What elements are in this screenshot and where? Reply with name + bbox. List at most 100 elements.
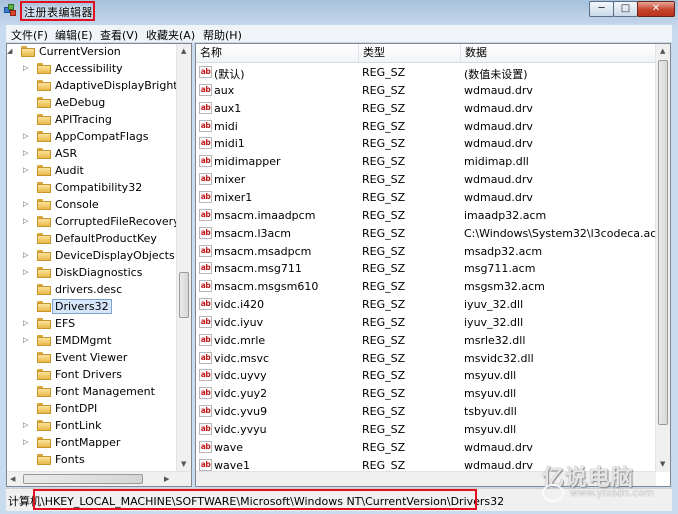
close-button[interactable]: ✕ — [637, 1, 675, 17]
menu-help[interactable]: 帮助(H) — [203, 27, 242, 43]
column-header-data[interactable]: 数据 — [461, 44, 656, 62]
list-horizontal-scrollbar[interactable] — [196, 471, 656, 486]
value-row[interactable]: ab vidc.yvu9 REG_SZ tsbyuv.dll — [196, 403, 656, 421]
value-row[interactable]: ab msacm.imaadpcm REG_SZ imaadp32.acm — [196, 207, 656, 225]
value-row[interactable]: ab vidc.yuy2 REG_SZ msyuv.dll — [196, 385, 656, 403]
tree-horizontal-scrollbar[interactable]: ◀ ▶ — [7, 471, 191, 486]
value-name: mixer — [214, 173, 246, 187]
value-row[interactable]: ab midi1 REG_SZ wdmaud.drv — [196, 135, 656, 153]
value-name: vidc.i420 — [214, 298, 265, 312]
menu-file[interactable]: 文件(F) — [11, 27, 48, 43]
value-row[interactable]: ab vidc.i420 REG_SZ iyuv_32.dll — [196, 296, 656, 314]
value-row[interactable]: ab midimapper REG_SZ midimap.dll — [196, 153, 656, 171]
column-header-type[interactable]: 类型 — [359, 44, 461, 62]
folder-icon — [37, 80, 51, 91]
value-type: REG_SZ — [362, 155, 406, 169]
tree-item-label: FontLink — [55, 419, 102, 432]
title-bar[interactable]: 注册表编辑器 ─ □ ✕ — [0, 0, 678, 22]
value-row[interactable]: ab aux1 REG_SZ wdmaud.drv — [196, 100, 656, 118]
tree-item-label: Font Drivers — [55, 368, 123, 381]
key-tree[interactable]: ◢ CurrentVersion ▷ Accessibility AdaptiveD… — [6, 43, 192, 487]
list-vertical-scrollbar[interactable]: ▲ ▼ — [655, 44, 670, 472]
value-type: REG_SZ — [362, 333, 406, 347]
expand-arrow-icon[interactable]: ▷ — [23, 268, 28, 276]
list-vscroll-thumb[interactable] — [658, 60, 668, 425]
value-type: REG_SZ — [362, 458, 406, 472]
string-value-icon: ab — [199, 405, 212, 418]
value-data: msrle32.dll — [464, 333, 526, 347]
tree-vscroll-thumb[interactable] — [179, 272, 189, 318]
expand-arrow-icon[interactable]: ▷ — [23, 149, 28, 157]
value-row[interactable]: ab (默认) REG_SZ (数值未设置) — [196, 64, 656, 82]
value-row[interactable]: ab vidc.uyvy REG_SZ msyuv.dll — [196, 367, 656, 385]
value-name: vidc.uyvy — [214, 369, 267, 383]
expand-arrow-icon[interactable]: ▷ — [23, 336, 28, 344]
string-value-icon: ab — [199, 101, 212, 114]
value-row[interactable]: ab vidc.yvyu REG_SZ msyuv.dll — [196, 421, 656, 439]
value-row[interactable]: ab msacm.msgsm610 REG_SZ msgsm32.acm — [196, 278, 656, 296]
tree-hscroll-thumb[interactable] — [23, 474, 143, 484]
value-type: REG_SZ — [362, 119, 406, 133]
value-name: vidc.iyuv — [214, 315, 264, 329]
value-data: msgsm32.acm — [464, 280, 545, 294]
value-type: REG_SZ — [362, 83, 406, 97]
registry-editor-window: 注册表编辑器 ─ □ ✕ 文件(F) 编辑(E) 查看(V) 收藏夹(A) 帮助… — [0, 0, 678, 514]
scroll-up-arrow-icon[interactable]: ▲ — [660, 47, 665, 55]
menu-edit[interactable]: 编辑(E) — [55, 27, 93, 43]
string-value-icon: ab — [199, 137, 212, 150]
value-row[interactable]: ab msacm.msadpcm REG_SZ msadp32.acm — [196, 243, 656, 261]
expand-arrow-icon[interactable]: ▷ — [23, 421, 28, 429]
expand-arrow-icon[interactable]: ▷ — [23, 166, 28, 174]
value-row[interactable]: ab vidc.iyuv REG_SZ iyuv_32.dll — [196, 314, 656, 332]
folder-icon — [37, 216, 51, 227]
expand-arrow-icon[interactable]: ▷ — [23, 217, 28, 225]
value-name: (默认) — [214, 68, 245, 81]
maximize-button[interactable]: □ — [613, 1, 638, 17]
tree-item-label: EFS — [55, 317, 76, 330]
value-name: mixer1 — [214, 190, 253, 204]
string-value-icon: ab — [199, 244, 212, 257]
scroll-up-arrow-icon[interactable]: ▲ — [181, 47, 186, 55]
folder-icon — [37, 97, 51, 108]
value-type: REG_SZ — [362, 244, 406, 258]
tree-vertical-scrollbar[interactable]: ▲ ▼ — [176, 44, 191, 472]
scroll-left-arrow-icon[interactable]: ◀ — [10, 475, 15, 483]
menu-favorites[interactable]: 收藏夹(A) — [146, 27, 195, 43]
scroll-down-arrow-icon[interactable]: ▼ — [660, 460, 665, 468]
folder-icon — [37, 284, 51, 295]
collapse-arrow-icon[interactable]: ◢ — [7, 47, 12, 55]
menu-view[interactable]: 查看(V) — [100, 27, 138, 43]
scroll-down-arrow-icon[interactable]: ▼ — [181, 460, 186, 468]
value-row[interactable]: ab mixer1 REG_SZ wdmaud.drv — [196, 189, 656, 207]
tree-item-label: drivers.desc — [55, 283, 123, 296]
folder-icon — [37, 267, 51, 278]
value-row[interactable]: ab msacm.l3acm REG_SZ C:\Windows\System32\l… — [196, 225, 667, 243]
value-row[interactable]: ab vidc.mrle REG_SZ msrle32.dll — [196, 332, 656, 350]
minimize-button[interactable]: ─ — [589, 1, 614, 17]
value-name: msacm.msadpcm — [214, 244, 312, 258]
string-value-icon: ab — [199, 190, 212, 203]
value-row[interactable]: ab midi REG_SZ wdmaud.drv — [196, 118, 656, 136]
scroll-right-arrow-icon[interactable]: ▶ — [164, 475, 169, 483]
value-name: wave — [214, 440, 244, 454]
expand-arrow-icon[interactable]: ▷ — [23, 132, 28, 140]
string-value-icon: ab — [199, 315, 212, 328]
value-data: msvidc32.dll — [464, 351, 534, 365]
value-row[interactable]: ab aux REG_SZ wdmaud.drv — [196, 82, 656, 100]
value-type: REG_SZ — [362, 369, 406, 383]
expand-arrow-icon[interactable]: ▷ — [23, 319, 28, 327]
tree-item-label: EMDMgmt — [55, 334, 112, 347]
folder-icon — [37, 420, 51, 431]
expand-arrow-icon[interactable]: ▷ — [23, 438, 28, 446]
value-row[interactable]: ab wave REG_SZ wdmaud.drv — [196, 439, 656, 457]
column-header-name[interactable]: 名称 — [196, 44, 359, 62]
expand-arrow-icon[interactable]: ▷ — [23, 251, 28, 259]
expand-arrow-icon[interactable]: ▷ — [23, 64, 28, 72]
values-list[interactable]: 名称 类型 数据 ab (默认) REG_SZ (数值未设置) ab aux REG_SZ w… — [195, 43, 671, 487]
value-name: vidc.msvc — [214, 351, 270, 365]
value-row[interactable]: ab msacm.msg711 REG_SZ msg711.acm — [196, 260, 656, 278]
tree-item-label: APITracing — [55, 113, 112, 126]
value-row[interactable]: ab vidc.msvc REG_SZ msvidc32.dll — [196, 350, 656, 368]
value-row[interactable]: ab mixer REG_SZ wdmaud.drv — [196, 171, 656, 189]
expand-arrow-icon[interactable]: ▷ — [23, 200, 28, 208]
